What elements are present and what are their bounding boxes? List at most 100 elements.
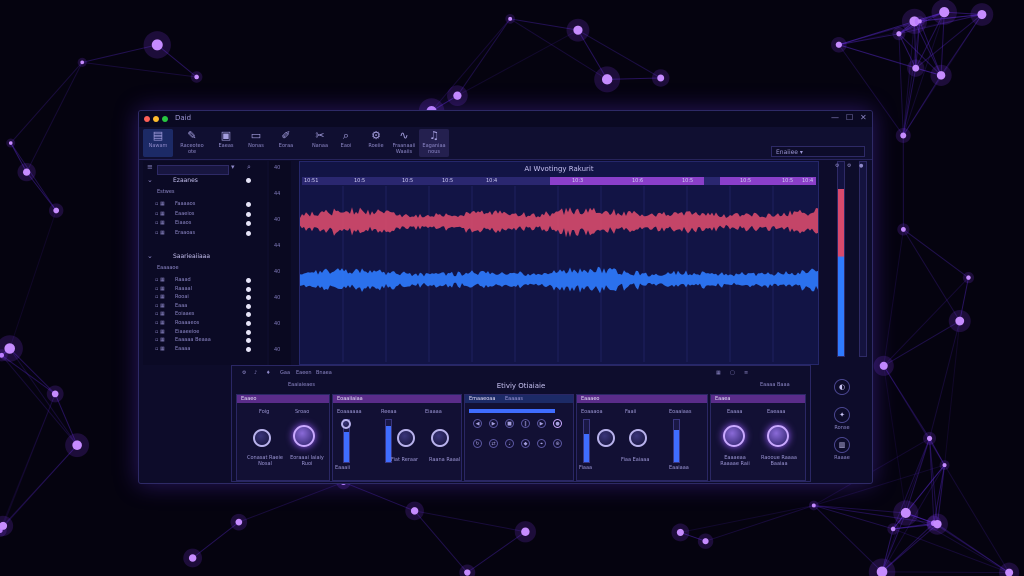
- sidebar-item[interactable]: Rooai: [175, 294, 189, 300]
- snap-icon[interactable]: ⌖: [537, 439, 546, 448]
- chevron-down-icon[interactable]: ⌄: [147, 176, 153, 184]
- metronome-icon[interactable]: ♩: [505, 439, 514, 448]
- chevron-down-icon[interactable]: ⌄: [147, 252, 153, 260]
- progress-bar[interactable]: [469, 409, 555, 413]
- sidebar-subgroup[interactable]: Eaaaaoe: [157, 265, 179, 271]
- menu-icon[interactable]: ≡: [147, 163, 153, 171]
- visibility-dot[interactable]: [246, 211, 251, 217]
- fader[interactable]: [583, 419, 590, 463]
- right-control[interactable]: ◐: [827, 379, 857, 397]
- visibility-dot[interactable]: [246, 178, 251, 183]
- loop-icon[interactable]: ↻: [473, 439, 482, 448]
- pause-icon[interactable]: ‖: [521, 419, 530, 428]
- play-icon[interactable]: ▶: [489, 419, 498, 428]
- visibility-dot[interactable]: [246, 321, 251, 326]
- zoom-icon[interactable]: ⊕: [553, 439, 562, 448]
- toolbar-tool[interactable]: ▤ Nawam: [143, 129, 173, 157]
- fader[interactable]: [673, 419, 680, 463]
- sidebar-item[interactable]: Roaaaeos: [175, 320, 199, 326]
- waveform-track-bottom[interactable]: [300, 266, 818, 294]
- toolbar-tool[interactable]: ✎ Raceoteo ote: [177, 129, 207, 157]
- shuffle-icon[interactable]: ⇄: [489, 439, 498, 448]
- visibility-dot[interactable]: [246, 346, 251, 352]
- minimize-window-dot[interactable]: [153, 116, 159, 122]
- sidebar-item[interactable]: Eaaaaa Beaaa: [175, 337, 211, 343]
- toolbar-tool[interactable]: ⌕ Eaoi: [331, 129, 361, 157]
- knob[interactable]: [629, 429, 647, 447]
- maximize-button[interactable]: ☐: [846, 113, 853, 122]
- visibility-dot[interactable]: [246, 286, 251, 292]
- visibility-dot[interactable]: [246, 278, 251, 283]
- preset-dropdown[interactable]: Enaiiee ▾: [771, 146, 865, 157]
- mixer-tab[interactable]: Gaa: [280, 370, 290, 376]
- mixer-tab[interactable]: Bnaea: [316, 370, 332, 376]
- knob[interactable]: [253, 429, 271, 447]
- sidebar-item[interactable]: Eaaaa: [175, 346, 190, 352]
- sidebar-item[interactable]: Raaad: [175, 277, 191, 283]
- close-button[interactable]: ✕: [860, 113, 867, 122]
- sidebar-item[interactable]: Eiaaeeioe: [175, 329, 199, 335]
- minimize-button[interactable]: —: [831, 113, 839, 122]
- sidebar-subgroup[interactable]: Estwes: [157, 189, 175, 195]
- stop-icon[interactable]: ■: [505, 419, 514, 428]
- visibility-dot[interactable]: [246, 312, 251, 318]
- settings-icon[interactable]: ⚙: [242, 370, 246, 376]
- window-icon[interactable]: ▢: [730, 370, 735, 376]
- toolbar-tool[interactable]: ✐ Eoraa: [271, 129, 301, 157]
- knob[interactable]: [597, 429, 615, 447]
- sidebar-item[interactable]: Faaaaos: [175, 201, 195, 207]
- settings-icon[interactable]: ⚙: [835, 163, 839, 169]
- knob-caption: Fiaa Eaiaaa: [621, 457, 650, 463]
- knob-label: Faaii: [625, 409, 637, 415]
- right-control[interactable]: ▥ Raaae: [827, 437, 857, 461]
- record-icon[interactable]: ●: [553, 419, 562, 428]
- visibility-dot[interactable]: [246, 230, 251, 236]
- search-input[interactable]: [157, 165, 229, 175]
- sidebar-group-name[interactable]: Saarieaiiaaa: [173, 253, 210, 260]
- mixer-tab[interactable]: Eaeen: [296, 370, 312, 376]
- visibility-dot[interactable]: [246, 202, 251, 207]
- forward-icon[interactable]: ▶: [537, 419, 546, 428]
- toolbar-tool[interactable]: ▣ Eaeas: [211, 129, 241, 157]
- chevron-down-icon[interactable]: ▾: [231, 163, 235, 171]
- headphones-icon[interactable]: ♪: [254, 370, 257, 376]
- toolbar-tool[interactable]: ⚙ Roeiie: [361, 129, 391, 157]
- visibility-dot[interactable]: [246, 221, 251, 226]
- toolbar-tool[interactable]: ♫ Eaganiaa nous: [419, 129, 449, 157]
- sidebar-group-name[interactable]: Ezaanes: [173, 177, 198, 184]
- waveform-track-top[interactable]: [300, 207, 818, 238]
- gear-icon[interactable]: ⚙: [847, 163, 851, 169]
- knob[interactable]: [767, 425, 789, 447]
- timeline-bar[interactable]: 10:51 10:5 10:5 10:5 10:4 10:3 10:6 10:5 10:5 10:…: [302, 177, 816, 185]
- rewind-icon[interactable]: ◀: [473, 419, 482, 428]
- list-icon[interactable]: ≡: [744, 370, 748, 376]
- network-node: [151, 39, 163, 51]
- maximize-window-dot[interactable]: [162, 116, 168, 122]
- search-icon[interactable]: ⌕: [247, 163, 251, 172]
- knob[interactable]: [293, 425, 315, 447]
- speaker-icon[interactable]: ♦: [266, 370, 270, 376]
- waveform-editor[interactable]: AI Wvotingy Rakurit 10:51 10:5 10:5 10:5 10:…: [299, 161, 819, 365]
- grid-icon[interactable]: ▦: [716, 370, 721, 376]
- toolbar-tool[interactable]: ∿ Fraanaaii Waaiis: [389, 129, 419, 157]
- sidebar-item[interactable]: Eaaeios: [175, 211, 194, 217]
- right-control[interactable]: ✦ Ronse: [827, 407, 857, 431]
- close-window-dot[interactable]: [144, 116, 150, 122]
- fader-knob[interactable]: [341, 419, 351, 429]
- knob[interactable]: [723, 425, 745, 447]
- visibility-dot[interactable]: [246, 338, 251, 344]
- sidebar-item[interactable]: Eraaoas: [175, 230, 195, 236]
- sidebar-item[interactable]: Eiaaos: [175, 220, 191, 226]
- visibility-dot[interactable]: [246, 329, 251, 335]
- visibility-dot[interactable]: [246, 295, 251, 301]
- dot-icon[interactable]: ●: [859, 163, 863, 169]
- toolbar-tool[interactable]: ▭ Nonas: [241, 129, 271, 157]
- waveform-display[interactable]: [300, 186, 818, 362]
- marker-icon[interactable]: ◆: [521, 439, 530, 448]
- sidebar-item[interactable]: Eaaa: [175, 303, 187, 309]
- sidebar-item[interactable]: Eoiaaes: [175, 311, 194, 317]
- knob[interactable]: [431, 429, 449, 447]
- visibility-dot[interactable]: [246, 303, 251, 309]
- sidebar-item[interactable]: Raaaal: [175, 286, 192, 292]
- knob[interactable]: [397, 429, 415, 447]
